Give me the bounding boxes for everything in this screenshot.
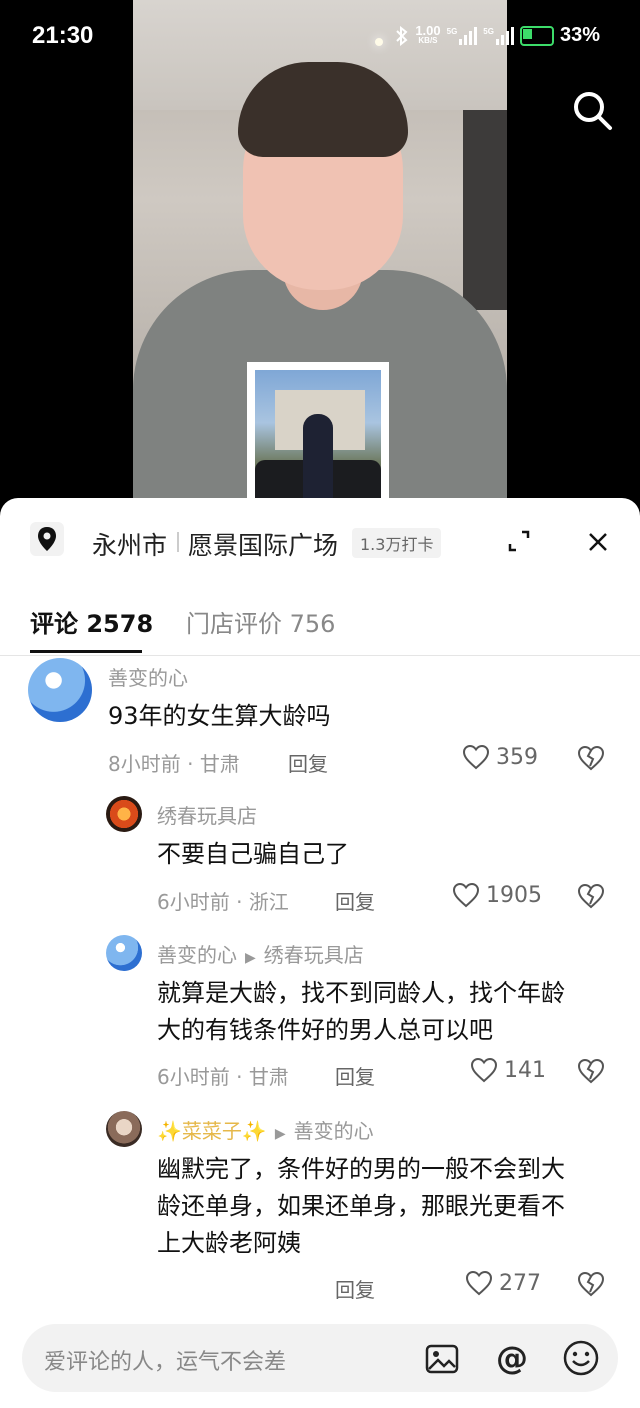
signal-2: 5G bbox=[483, 26, 514, 45]
comment-item: 善变的心 ▶ 绣春玩具店 就算是大龄，找不到同龄人，找个年龄 大的有钱条件好的男人总… bbox=[0, 935, 640, 1095]
comment-text: 就算是大龄，找不到同龄人，找个年龄 大的有钱条件好的男人总可以吧 bbox=[157, 975, 565, 1049]
status-icons: 1.00 KB/S 5G 5G 33% bbox=[395, 24, 600, 47]
comment-text-line: 上大龄老阿姨 bbox=[157, 1229, 301, 1257]
location-place[interactable]: 愿景国际广场 bbox=[188, 526, 338, 562]
comment-header: ✨菜菜子✨ ▶ 善变的心 bbox=[157, 1115, 374, 1144]
comment-text-line: 就算是大龄，找不到同龄人，找个年龄 bbox=[157, 979, 565, 1007]
checkin-badge: 1.3万打卡 bbox=[352, 528, 442, 558]
comment-item: 善变的心 93年的女生算大龄吗 8小时前 · 甘肃 回复 359 bbox=[0, 658, 640, 788]
net-speed: 1.00 KB/S bbox=[415, 22, 441, 46]
broken-heart-icon[interactable] bbox=[576, 1270, 606, 1298]
tab-active-underline bbox=[30, 650, 142, 653]
reply-arrow-icon: ▶ bbox=[274, 1126, 286, 1142]
comment-text: 93年的女生算大龄吗 bbox=[108, 702, 331, 730]
comment-region: 甘肃 bbox=[248, 1065, 289, 1089]
like-button[interactable]: 277 bbox=[465, 1270, 541, 1296]
signal-1-label: 5G bbox=[446, 26, 458, 36]
avatar[interactable] bbox=[106, 935, 142, 971]
reply-button[interactable]: 回复 bbox=[335, 1274, 375, 1303]
signal-2-label: 5G bbox=[483, 26, 494, 36]
heart-icon bbox=[462, 744, 490, 770]
heart-icon bbox=[465, 1270, 493, 1296]
comment-username[interactable]: 绣春玩具店 bbox=[157, 800, 257, 829]
comment-text-line: 幽默完了，条件好的男的一般不会到大 bbox=[157, 1155, 565, 1183]
comment-text: 幽默完了，条件好的男的一般不会到大 龄还单身，如果还单身，那眼光更看不 上大龄老… bbox=[157, 1151, 565, 1262]
image-icon[interactable] bbox=[424, 1341, 460, 1377]
comment-region: 甘肃 bbox=[199, 752, 240, 776]
comment-username[interactable]: ✨菜菜子✨ bbox=[157, 1119, 267, 1143]
video-wall bbox=[463, 110, 507, 310]
location-city[interactable]: 永州市 bbox=[92, 526, 167, 562]
tabs-divider bbox=[0, 655, 640, 656]
status-time: 21:30 bbox=[32, 22, 94, 49]
reply-button[interactable]: 回复 bbox=[288, 748, 328, 777]
bluetooth-icon bbox=[396, 25, 408, 46]
comment-text-line: 大的有钱条件好的男人总可以吧 bbox=[157, 1016, 493, 1044]
tab-comments[interactable]: 评论 2578 bbox=[30, 604, 153, 639]
comment-header: 善变的心 ▶ 绣春玩具店 bbox=[157, 939, 364, 968]
comment-item: ✨菜菜子✨ ▶ 善变的心 幽默完了，条件好的男的一般不会到大 龄还单身，如果还单身，… bbox=[0, 1111, 640, 1311]
broken-heart-icon[interactable] bbox=[576, 744, 606, 772]
signal-bars-icon bbox=[459, 26, 478, 45]
avatar[interactable] bbox=[28, 658, 92, 722]
like-button[interactable]: 141 bbox=[470, 1057, 546, 1083]
comment-meta: 6小时前 · 甘肃 bbox=[157, 1061, 289, 1090]
avatar[interactable] bbox=[106, 796, 142, 832]
photo-man bbox=[303, 414, 333, 500]
meta-dot: · bbox=[236, 890, 249, 914]
comments-sheet: 永州市 愿景国际广场 1.3万打卡 评论 2578 门店评价 756 善变的心 … bbox=[0, 498, 640, 1408]
comment-time: 6小时前 bbox=[157, 1065, 230, 1089]
comment-text: 不要自己骗自己了 bbox=[157, 840, 349, 868]
comment-input-bar[interactable]: 爱评论的人，运气不会差 @ bbox=[22, 1324, 618, 1392]
heart-icon bbox=[452, 882, 480, 908]
like-button[interactable]: 359 bbox=[462, 744, 538, 770]
net-speed-unit: KB/S bbox=[418, 35, 438, 45]
reply-button[interactable]: 回复 bbox=[335, 1061, 375, 1090]
video-frame bbox=[133, 0, 507, 500]
location-pin-icon[interactable] bbox=[30, 522, 64, 556]
emoji-icon[interactable] bbox=[562, 1339, 600, 1377]
mention-button[interactable]: @ bbox=[492, 1338, 532, 1378]
expand-icon[interactable] bbox=[506, 528, 532, 554]
held-photo-image bbox=[255, 370, 381, 500]
close-icon[interactable] bbox=[584, 528, 612, 556]
comment-text-line: 龄还单身，如果还单身，那眼光更看不 bbox=[157, 1192, 565, 1220]
avatar[interactable] bbox=[106, 1111, 142, 1147]
video-area[interactable] bbox=[0, 0, 640, 500]
comment-time: 6小时前 bbox=[157, 890, 230, 914]
signal-1: 5G bbox=[446, 26, 478, 45]
heart-icon bbox=[470, 1057, 498, 1083]
comment-item: 绣春玩具店 不要自己骗自己了 6小时前 · 浙江 回复 1905 bbox=[0, 796, 640, 926]
reply-arrow-icon: ▶ bbox=[245, 950, 256, 966]
reply-target[interactable]: 善变的心 bbox=[294, 1119, 374, 1143]
comment-region: 浙江 bbox=[248, 890, 289, 914]
broken-heart-icon[interactable] bbox=[576, 882, 606, 910]
comment-username[interactable]: 善变的心 bbox=[157, 943, 237, 967]
signal-bars-icon bbox=[495, 26, 514, 45]
meta-dot: · bbox=[236, 1065, 249, 1089]
search-icon[interactable] bbox=[570, 88, 614, 132]
meta-dot: · bbox=[187, 752, 200, 776]
comment-meta: 6小时前 · 浙江 bbox=[157, 886, 289, 915]
reply-target[interactable]: 绣春玩具店 bbox=[264, 943, 364, 967]
comment-meta: 8小时前 · 甘肃 bbox=[108, 748, 240, 777]
comment-input-placeholder[interactable]: 爱评论的人，运气不会差 bbox=[44, 1344, 286, 1376]
ceiling-light bbox=[375, 38, 383, 46]
like-count: 141 bbox=[504, 1057, 546, 1083]
net-speed-value: 1.00 bbox=[415, 22, 441, 38]
like-count: 1905 bbox=[486, 882, 542, 908]
battery-percent: 33% bbox=[559, 24, 600, 46]
held-photo bbox=[247, 362, 389, 500]
broken-heart-icon[interactable] bbox=[576, 1057, 606, 1085]
comment-time: 8小时前 bbox=[108, 752, 181, 776]
reply-button[interactable]: 回复 bbox=[335, 886, 375, 915]
like-count: 359 bbox=[496, 744, 538, 770]
tab-store-reviews[interactable]: 门店评价 756 bbox=[186, 604, 335, 639]
comment-username[interactable]: 善变的心 bbox=[108, 662, 188, 691]
like-button[interactable]: 1905 bbox=[452, 882, 542, 908]
battery-icon bbox=[519, 25, 554, 46]
like-count: 277 bbox=[499, 1270, 541, 1296]
location-divider bbox=[177, 532, 179, 552]
